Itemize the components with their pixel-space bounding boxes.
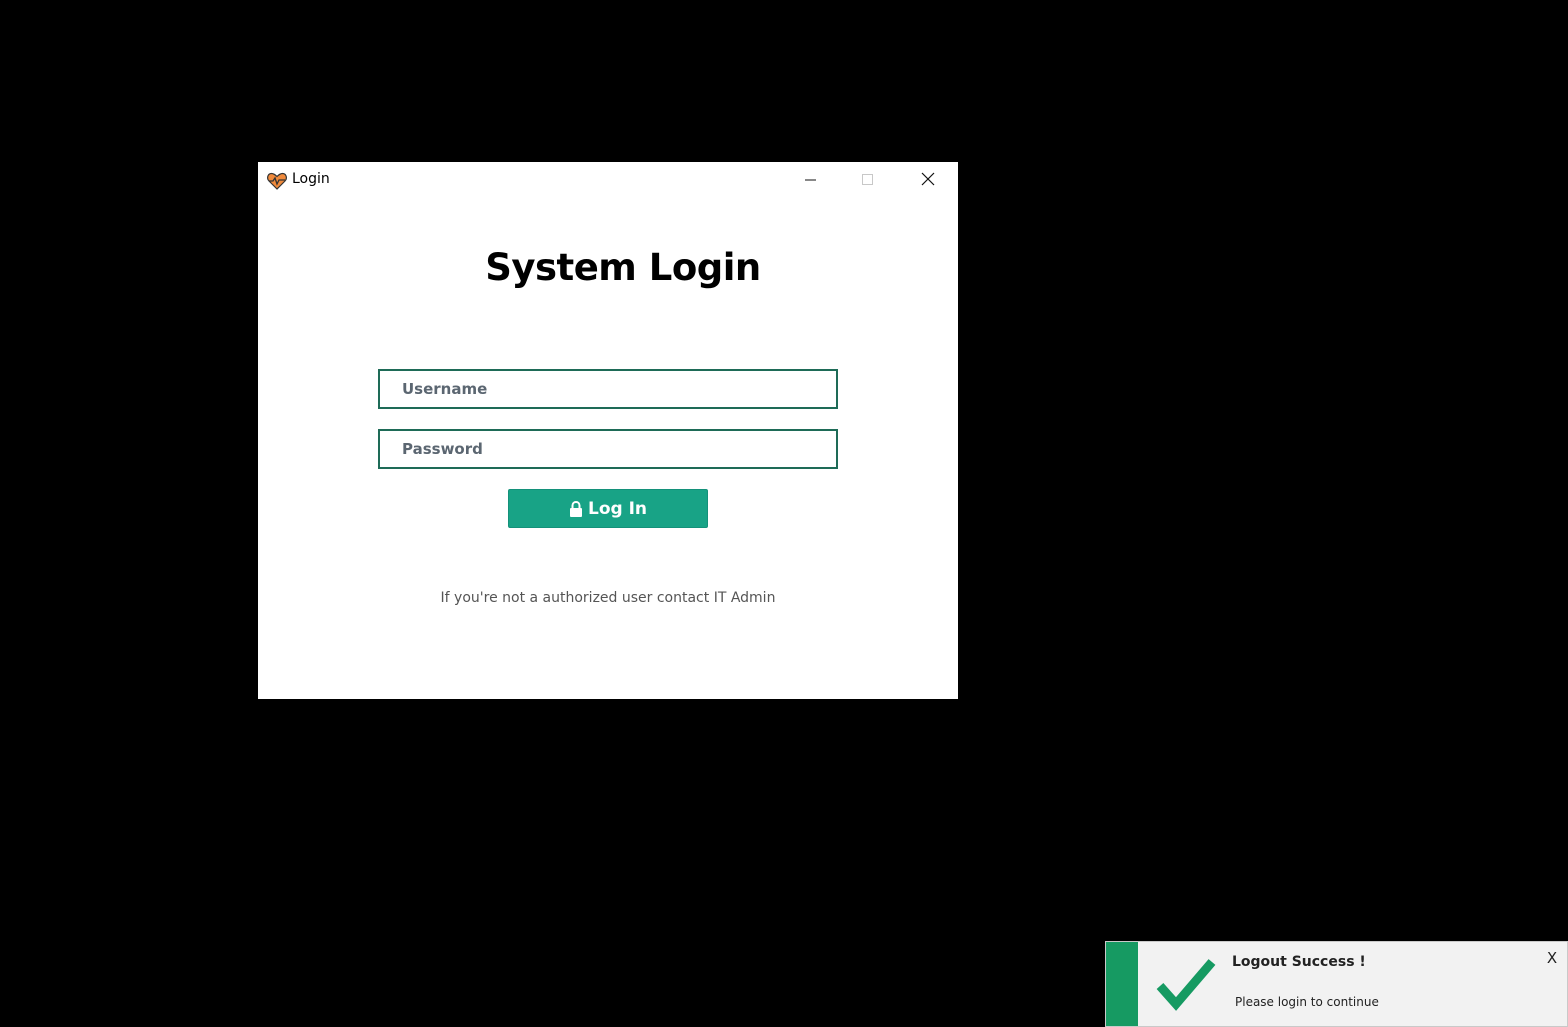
minimize-button[interactable] [783,162,839,198]
minimize-icon [805,171,817,190]
page-title: System Login [485,246,761,289]
toast-message: Please login to continue [1235,995,1379,1009]
maximize-icon [862,171,874,190]
window-title: Login [292,171,330,187]
close-icon [921,171,935,190]
login-button-label: Log In [587,498,648,519]
toast-status-strip [1106,942,1138,1026]
toast-notification: Logout Success ! Please login to continu… [1105,941,1568,1027]
password-input[interactable] [378,429,838,469]
maximize-button[interactable] [840,162,896,198]
checkmark-icon [1154,956,1218,1012]
desktop: Login System Login Username Log In If yo… [0,0,1568,1027]
heartbeat-heart-icon [266,170,288,192]
login-button[interactable]: Log In [508,489,708,528]
title-bar[interactable]: Login [258,162,958,198]
lock-icon [569,500,583,517]
close-button[interactable] [900,162,956,198]
username-input[interactable] [378,369,838,409]
toast-close-button[interactable]: X [1545,949,1559,967]
toast-title: Logout Success ! [1232,954,1366,970]
authorization-hint: If you're not a authorized user contact … [440,590,776,606]
login-window: Login System Login Username Log In If yo… [258,162,958,699]
